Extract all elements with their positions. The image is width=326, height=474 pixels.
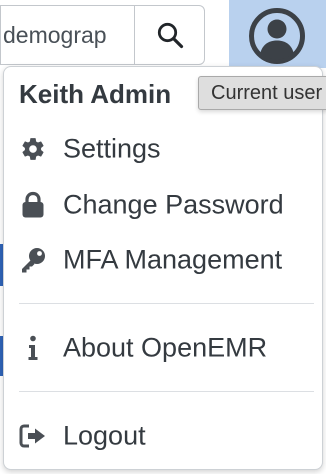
sign-out-icon: [19, 422, 47, 450]
search-button[interactable]: [134, 5, 205, 65]
gear-icon: [19, 135, 47, 163]
menu-divider: [19, 391, 314, 392]
about-openemr-label: About OpenEMR: [63, 332, 268, 363]
about-openemr-menu-item[interactable]: About OpenEMR: [4, 326, 322, 370]
info-icon: [19, 334, 47, 362]
menu-divider: [19, 303, 314, 304]
change-password-label: Change Password: [63, 189, 284, 220]
current-user-tooltip: Current user: [198, 76, 326, 110]
search-input[interactable]: [0, 5, 134, 65]
logout-menu-item[interactable]: Logout: [4, 414, 322, 458]
user-menu-button[interactable]: [229, 0, 326, 68]
change-password-menu-item[interactable]: Change Password: [4, 183, 322, 227]
user-circle-icon: [248, 0, 306, 65]
username-header: Keith Admin: [19, 79, 172, 109]
key-icon: [19, 246, 47, 274]
logout-label: Logout: [63, 420, 146, 451]
settings-menu-item[interactable]: Settings: [4, 127, 322, 171]
search-icon: [156, 21, 184, 49]
mfa-management-menu-item[interactable]: MFA Management: [4, 238, 322, 282]
settings-label: Settings: [63, 133, 161, 164]
mfa-management-label: MFA Management: [63, 244, 283, 275]
user-dropdown-menu: Keith Admin Settings Change Password MFA…: [3, 66, 323, 470]
lock-icon: [19, 191, 47, 219]
